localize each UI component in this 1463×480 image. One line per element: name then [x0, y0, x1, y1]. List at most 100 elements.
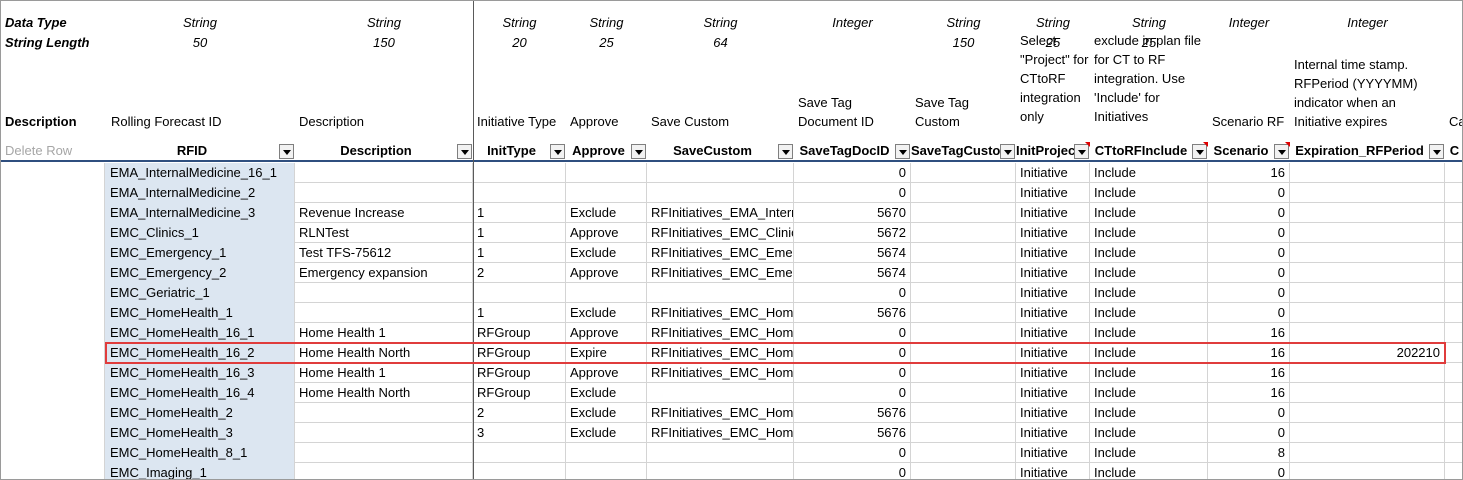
cell-cttorfinclude[interactable]: Include: [1090, 383, 1208, 403]
cell-scenario[interactable]: 0: [1208, 183, 1290, 203]
filter-dropdown-icon[interactable]: [895, 144, 910, 159]
cell-next-column[interactable]: [1445, 283, 1462, 303]
cell-inittype[interactable]: [473, 443, 566, 463]
cell-savetagcustom[interactable]: [911, 363, 1016, 383]
cell-approve[interactable]: Expire: [566, 343, 647, 363]
cell-initproject[interactable]: Initiative: [1016, 203, 1090, 223]
cell-cttorfinclude[interactable]: Include: [1090, 263, 1208, 283]
cell-description[interactable]: [295, 303, 473, 323]
filter-dropdown-icon[interactable]: [1429, 144, 1444, 159]
cell-next-column[interactable]: [1445, 383, 1462, 403]
cell-scenario[interactable]: 16: [1208, 163, 1290, 183]
cell-savetagdocid[interactable]: 5676: [794, 303, 911, 323]
cell-inittype[interactable]: 2: [473, 263, 566, 283]
cell-rfid[interactable]: EMC_Clinics_1: [105, 223, 295, 243]
cell-cttorfinclude[interactable]: Include: [1090, 243, 1208, 263]
cell-savetagcustom[interactable]: [911, 303, 1016, 323]
cell-expiration[interactable]: [1290, 423, 1445, 443]
cell-scenario[interactable]: 0: [1208, 283, 1290, 303]
delete-row-header[interactable]: Delete Row: [1, 142, 105, 160]
cell-description[interactable]: RLNTest: [295, 223, 473, 243]
cell-scenario[interactable]: 0: [1208, 243, 1290, 263]
cell-savetagcustom[interactable]: [911, 263, 1016, 283]
cell-expiration[interactable]: [1290, 163, 1445, 183]
cell-rfid[interactable]: EMC_Emergency_1: [105, 243, 295, 263]
cell-next-column[interactable]: [1445, 423, 1462, 443]
cell-description[interactable]: Home Health 1: [295, 363, 473, 383]
cell-approve[interactable]: Approve: [566, 263, 647, 283]
cell-next-column[interactable]: [1445, 443, 1462, 463]
cell-description[interactable]: [295, 183, 473, 203]
cell-inittype[interactable]: [473, 283, 566, 303]
cell-expiration[interactable]: [1290, 403, 1445, 423]
cell-initproject[interactable]: Initiative: [1016, 403, 1090, 423]
cell-savetagdocid[interactable]: 0: [794, 283, 911, 303]
cell-inittype[interactable]: [473, 163, 566, 183]
cell-rfid[interactable]: EMC_Imaging_1: [105, 463, 295, 479]
cell-expiration[interactable]: [1290, 303, 1445, 323]
cell-next-column[interactable]: [1445, 363, 1462, 383]
delete-row-cell[interactable]: [1, 343, 105, 363]
cell-rfid[interactable]: EMC_HomeHealth_3: [105, 423, 295, 443]
cell-next-column[interactable]: [1445, 463, 1462, 479]
cell-expiration[interactable]: [1290, 463, 1445, 479]
filter-dropdown-icon[interactable]: [550, 144, 565, 159]
cell-savetagdocid[interactable]: 5670: [794, 203, 911, 223]
cell-rfid[interactable]: EMC_HomeHealth_16_1: [105, 323, 295, 343]
cell-savetagcustom[interactable]: [911, 443, 1016, 463]
cell-savecustom[interactable]: [647, 443, 794, 463]
cell-initproject[interactable]: Initiative: [1016, 363, 1090, 383]
cell-initproject[interactable]: Initiative: [1016, 443, 1090, 463]
delete-row-cell[interactable]: [1, 203, 105, 223]
delete-row-cell[interactable]: [1, 183, 105, 203]
cell-scenario[interactable]: 0: [1208, 203, 1290, 223]
cell-rfid[interactable]: EMC_HomeHealth_8_1: [105, 443, 295, 463]
cell-cttorfinclude[interactable]: Include: [1090, 163, 1208, 183]
delete-row-cell[interactable]: [1, 263, 105, 283]
cell-rfid[interactable]: EMA_InternalMedicine_2: [105, 183, 295, 203]
cell-inittype[interactable]: 1: [473, 243, 566, 263]
cell-inittype[interactable]: RFGroup: [473, 323, 566, 343]
cell-scenario[interactable]: 0: [1208, 423, 1290, 443]
cell-cttorfinclude[interactable]: Include: [1090, 303, 1208, 323]
cell-approve[interactable]: [566, 443, 647, 463]
cell-description[interactable]: Test TFS-75612: [295, 243, 473, 263]
cell-savetagcustom[interactable]: [911, 163, 1016, 183]
cell-approve[interactable]: Exclude: [566, 423, 647, 443]
cell-inittype[interactable]: [473, 183, 566, 203]
cell-savetagdocid[interactable]: 0: [794, 463, 911, 479]
cell-savecustom[interactable]: [647, 383, 794, 403]
cell-description[interactable]: Home Health North: [295, 343, 473, 363]
cell-savecustom[interactable]: RFInitiatives_EMC_HomeHealth_16_1: [647, 323, 794, 343]
cell-approve[interactable]: Exclude: [566, 403, 647, 423]
cell-rfid[interactable]: EMA_InternalMedicine_16_1: [105, 163, 295, 183]
cell-inittype[interactable]: 1: [473, 223, 566, 243]
delete-row-cell[interactable]: [1, 403, 105, 423]
cell-expiration[interactable]: [1290, 243, 1445, 263]
cell-description[interactable]: Emergency expansion: [295, 263, 473, 283]
cell-savetagdocid[interactable]: 0: [794, 323, 911, 343]
cell-savetagdocid[interactable]: 0: [794, 343, 911, 363]
cell-cttorfinclude[interactable]: Include: [1090, 443, 1208, 463]
cell-cttorfinclude[interactable]: Include: [1090, 323, 1208, 343]
cell-expiration[interactable]: 202210: [1290, 343, 1445, 363]
cell-savecustom[interactable]: RFInitiatives_EMC_HomeHealth_1: [647, 303, 794, 323]
cell-scenario[interactable]: 0: [1208, 263, 1290, 283]
cell-initproject[interactable]: Initiative: [1016, 163, 1090, 183]
cell-savetagcustom[interactable]: [911, 403, 1016, 423]
cell-initproject[interactable]: Initiative: [1016, 323, 1090, 343]
cell-approve[interactable]: Approve: [566, 323, 647, 343]
cell-initproject[interactable]: Initiative: [1016, 183, 1090, 203]
cell-scenario[interactable]: 0: [1208, 463, 1290, 479]
cell-description[interactable]: [295, 443, 473, 463]
cell-savetagcustom[interactable]: [911, 183, 1016, 203]
cell-next-column[interactable]: [1445, 243, 1462, 263]
cell-description[interactable]: [295, 163, 473, 183]
cell-scenario[interactable]: 16: [1208, 343, 1290, 363]
cell-inittype[interactable]: 1: [473, 303, 566, 323]
delete-row-cell[interactable]: [1, 363, 105, 383]
cell-expiration[interactable]: [1290, 383, 1445, 403]
cell-description[interactable]: Home Health North: [295, 383, 473, 403]
cell-rfid[interactable]: EMC_HomeHealth_1: [105, 303, 295, 323]
cell-approve[interactable]: Approve: [566, 363, 647, 383]
